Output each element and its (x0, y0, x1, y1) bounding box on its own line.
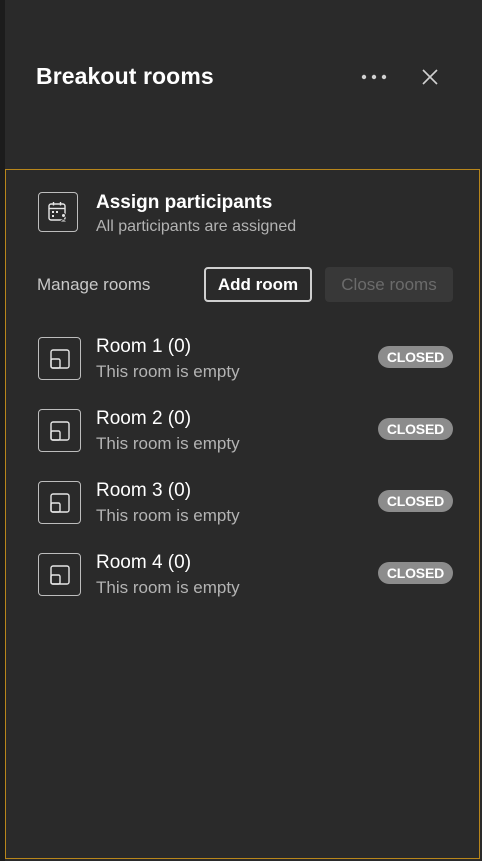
status-badge: CLOSED (377, 346, 453, 368)
room-icon (38, 481, 81, 524)
room-item[interactable]: Room 1 (0) This room is empty CLOSED (33, 335, 453, 385)
assign-title: Assign participants (96, 192, 273, 213)
assign-participants[interactable]: Assign participants All participants are… (33, 190, 453, 240)
calendar-people-icon (38, 192, 78, 232)
room-status: This room is empty (96, 578, 240, 597)
add-room-button[interactable]: Add room (204, 267, 312, 302)
room-icon (38, 337, 81, 380)
room-name: Room 2 (0) (96, 408, 192, 429)
room-icon (38, 409, 81, 452)
status-badge: CLOSED (377, 490, 453, 512)
room-item[interactable]: Room 3 (0) This room is empty CLOSED (33, 479, 453, 529)
close-rooms-button: Close rooms (325, 267, 453, 302)
more-horizontal-icon (361, 74, 387, 80)
pane-header: Breakout rooms (5, 0, 482, 165)
more-options-button[interactable] (357, 62, 391, 92)
room-name: Room 1 (0) (96, 336, 192, 357)
breakout-rooms-pane: Breakout rooms Assign participants All p… (5, 0, 482, 861)
room-item[interactable]: Room 4 (0) This room is empty CLOSED (33, 551, 453, 601)
close-icon (422, 69, 438, 85)
room-icon (38, 553, 81, 596)
assign-subtitle: All participants are assigned (96, 218, 297, 235)
rooms-panel: Assign participants All participants are… (5, 169, 480, 859)
room-status: This room is empty (96, 362, 240, 381)
status-badge: CLOSED (377, 418, 453, 440)
status-badge: CLOSED (377, 562, 453, 584)
room-name: Room 3 (0) (96, 480, 192, 501)
pane-title: Breakout rooms (36, 63, 214, 89)
close-button[interactable] (415, 62, 445, 92)
room-status: This room is empty (96, 506, 240, 525)
room-name: Room 4 (0) (96, 552, 192, 573)
room-item[interactable]: Room 2 (0) This room is empty CLOSED (33, 407, 453, 457)
room-status: This room is empty (96, 434, 240, 453)
manage-rooms-label: Manage rooms (37, 275, 151, 294)
